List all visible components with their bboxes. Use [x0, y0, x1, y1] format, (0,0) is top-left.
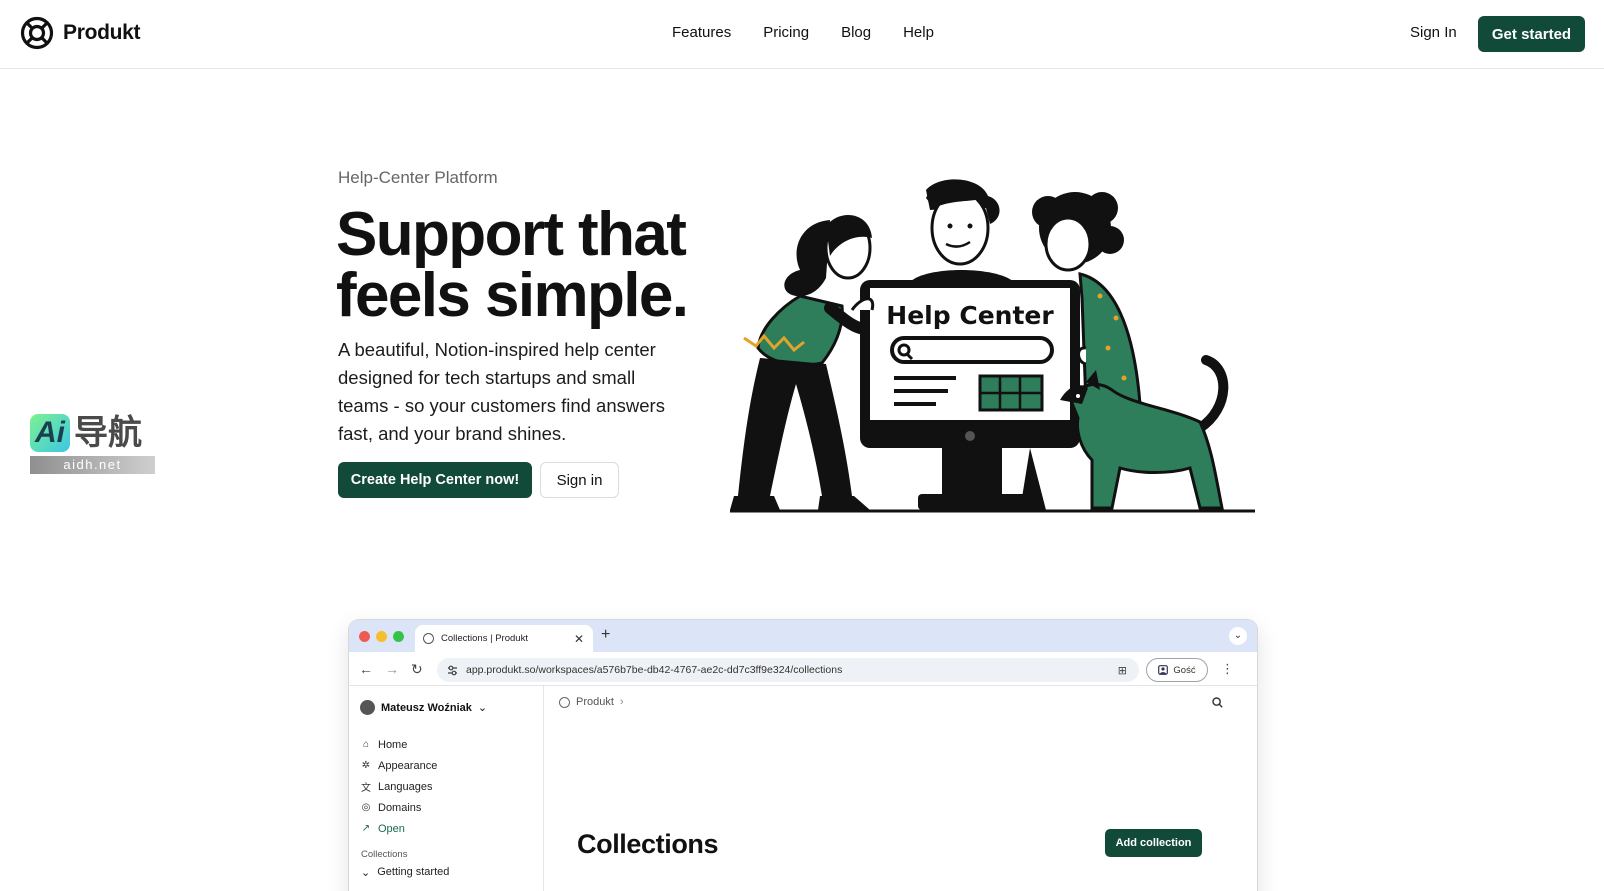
search-icon[interactable]: [1212, 697, 1223, 708]
person-hand: [1077, 346, 1087, 366]
nav-link-pricing[interactable]: Pricing: [763, 24, 809, 41]
watermark-url: aidh.net: [30, 456, 155, 474]
collection-item-label: Getting started: [377, 866, 450, 878]
address-bar[interactable]: app.produkt.so/workspaces/a576b7be-db42-…: [437, 658, 1139, 682]
app-browser-mockup: Collections | Produkt ✕ + ⌄ ← → ↻ app.pr…: [349, 620, 1257, 891]
collections-section-label: Collections: [361, 849, 408, 860]
translate-page-icon[interactable]: ⊞: [1118, 664, 1127, 677]
browser-tab[interactable]: Collections | Produkt ✕: [415, 625, 593, 652]
workspace-logo-icon: [559, 696, 570, 708]
maximize-window-dot[interactable]: [393, 631, 404, 642]
minimize-window-dot[interactable]: [376, 631, 387, 642]
user-name: Mateusz Woźniak: [381, 701, 472, 714]
sparkle-icon: ✲: [361, 760, 371, 771]
watermark-text: 导航: [74, 414, 142, 452]
hero-title: Support that feels simple.: [336, 204, 736, 327]
lifebuoy-logo-icon: [20, 16, 54, 50]
get-started-button[interactable]: Get started: [1478, 16, 1585, 52]
forward-arrow-icon[interactable]: →: [385, 661, 399, 677]
chevron-right-icon: ›: [619, 696, 624, 708]
profile-icon: [1158, 665, 1169, 675]
hero-illustration: Help Center: [730, 179, 1255, 513]
nav-link-features[interactable]: Features: [672, 24, 731, 41]
page-title: Collections: [577, 829, 719, 859]
watermark-ai-badge: Ai: [30, 414, 70, 452]
close-window-dot[interactable]: [359, 631, 370, 642]
sidebar-item-languages[interactable]: 文 Languages: [361, 776, 437, 797]
main-menu: Features Pricing Blog Help: [672, 24, 934, 41]
app-sidebar: Mateusz Woźniak ⌄ ⌂ Home ✲ Appearance 文 …: [349, 686, 544, 891]
url-text: app.produkt.so/workspaces/a576b7be-db42-…: [466, 664, 843, 676]
breadcrumb-item[interactable]: Produkt: [576, 696, 614, 708]
hero-sign-in-button[interactable]: Sign in: [540, 462, 619, 498]
hero-title-line-2: feels simple.: [336, 261, 689, 330]
sign-in-link[interactable]: Sign In: [1410, 24, 1457, 41]
hero-title-line-1: Support that: [336, 200, 687, 269]
translate-icon: 文: [361, 783, 371, 794]
reload-icon[interactable]: ↻: [411, 661, 423, 678]
sidebar-item-open[interactable]: ↗ Open: [361, 818, 437, 839]
sidebar-collection-item[interactable]: ⌄ Getting started: [361, 866, 449, 879]
browser-tab-bar: Collections | Produkt ✕ + ⌄: [349, 620, 1257, 652]
browser-menu-icon[interactable]: ⋮: [1221, 661, 1234, 677]
sidebar-item-label: Appearance: [378, 759, 438, 772]
site-settings-icon[interactable]: [447, 665, 458, 676]
brand-name: Produkt: [63, 21, 141, 44]
add-collection-button[interactable]: Add collection: [1105, 829, 1202, 857]
create-help-center-button[interactable]: Create Help Center now!: [338, 462, 532, 498]
sidebar-item-appearance[interactable]: ✲ Appearance: [361, 755, 438, 776]
sidebar-item-domains[interactable]: ◎ Domains: [361, 797, 437, 818]
hero-description: A beautiful, Notion-inspired help center…: [338, 339, 665, 444]
guest-profile-button[interactable]: Gość: [1146, 658, 1208, 682]
sidebar-item-label: Open: [378, 822, 405, 835]
sidebar-item-label: Domains: [378, 801, 422, 814]
monitor: Help Center: [860, 280, 1080, 510]
nav-link-blog[interactable]: Blog: [841, 24, 871, 41]
tab-title: Collections | Produkt: [441, 633, 528, 644]
globe-icon: ◎: [361, 802, 371, 813]
nav-link-help[interactable]: Help: [903, 24, 934, 41]
workspace-user-switcher[interactable]: Mateusz Woźniak ⌄: [360, 700, 487, 715]
sidebar-item-label: Home: [378, 738, 408, 751]
app-main: Produkt › Collections Add collection: [545, 686, 1257, 891]
avatar: [360, 700, 375, 715]
browser-toolbar: ← → ↻ app.produkt.so/workspaces/a576b7be…: [349, 652, 1257, 686]
tab-list-chevron-icon[interactable]: ⌄: [1229, 627, 1247, 645]
external-arrow-icon: ↗: [361, 823, 371, 834]
brand-logo[interactable]: Produkt: [20, 16, 141, 50]
illustration-screen-title: Help Center: [886, 301, 1054, 330]
tab-favicon-icon: [423, 633, 434, 644]
hero-eyebrow: Help-Center Platform: [338, 168, 498, 187]
chevron-down-icon: ⌄: [477, 702, 488, 714]
home-icon: ⌂: [362, 739, 370, 750]
sidebar-menu: ⌂ Home ✲ Appearance 文 Languages ◎ Domain…: [361, 734, 437, 839]
close-tab-icon[interactable]: ✕: [574, 632, 584, 646]
sidebar-item-label: Languages: [378, 780, 433, 793]
woman-hand: [850, 297, 875, 311]
woman-figure: [730, 214, 872, 510]
top-navigation: Produkt Features Pricing Blog Help Sign …: [0, 0, 1604, 69]
breadcrumb: Produkt ›: [559, 696, 624, 708]
sidebar-item-home[interactable]: ⌂ Home: [361, 734, 437, 755]
site-watermark: Ai 导航 aidh.net: [30, 414, 155, 476]
new-tab-icon[interactable]: +: [601, 626, 610, 644]
guest-label: Gość: [1173, 664, 1196, 676]
chevron-down-icon: ⌄: [361, 867, 371, 879]
back-arrow-icon[interactable]: ←: [359, 661, 373, 677]
